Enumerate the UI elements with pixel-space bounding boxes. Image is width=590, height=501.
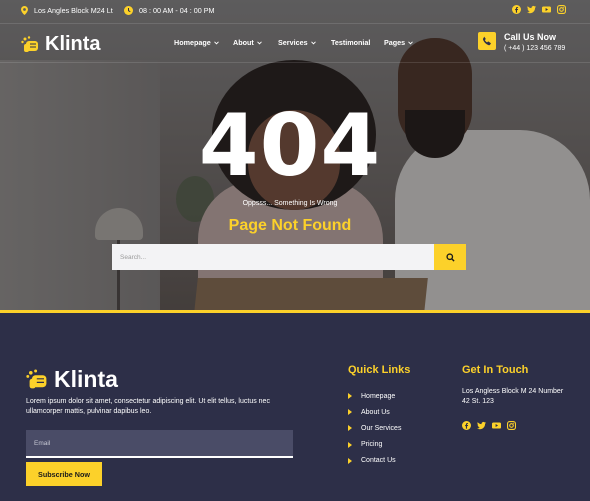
nav-item-about[interactable]: About [233, 38, 278, 47]
topbar-address: Los Angles Block M24 Lt [21, 6, 113, 15]
error-heading: Page Not Found [228, 217, 352, 234]
quick-link-contact-us[interactable]: Contact Us [348, 453, 401, 469]
nav-item-label: Homepage [174, 38, 211, 47]
search-input[interactable] [112, 244, 434, 270]
error-code: 404 [198, 96, 382, 196]
phone-icon-box [478, 32, 496, 50]
phone-icon [482, 36, 491, 46]
facebook-icon[interactable] [462, 421, 471, 430]
nav-item-testimonial[interactable]: Testimonial [331, 38, 384, 47]
email-field[interactable] [34, 439, 293, 447]
footer-social-links [462, 421, 516, 430]
quick-link-label: Homepage [361, 392, 396, 400]
caret-right-icon [348, 425, 352, 432]
hero-bottom-border [0, 310, 590, 313]
youtube-icon[interactable] [542, 5, 551, 14]
main-nav: Homepage About Services Testimonial Page… [174, 38, 414, 47]
chevron-down-icon [213, 41, 219, 44]
quick-link-about-us[interactable]: About Us [348, 404, 401, 420]
subscribe-button[interactable]: Subscribe Now [26, 462, 102, 486]
location-pin-icon [21, 6, 28, 15]
twitter-icon[interactable] [477, 421, 486, 430]
nav-item-services[interactable]: Services [278, 38, 331, 47]
quick-link-pricing[interactable]: Pricing [348, 437, 401, 453]
nav-item-label: Testimonial [331, 38, 371, 47]
error-message: Oppsss... Something Is Wrong [242, 200, 338, 207]
clock-icon [124, 6, 133, 15]
call-us-title: Call Us Now [504, 32, 557, 42]
search-icon [445, 252, 455, 262]
topbar-social-links [512, 5, 566, 14]
get-in-touch-heading: Get In Touch [462, 364, 529, 376]
chevron-down-icon [310, 41, 316, 44]
call-us-block[interactable]: Call Us Now ( +44 ) 123 456 789 [478, 32, 565, 52]
nav-item-homepage[interactable]: Homepage [174, 38, 233, 47]
footer-address: Los Angless Block M 24 Number 42 St. 123 [462, 388, 564, 405]
header-logo[interactable]: Klinta [21, 33, 101, 56]
call-us-number: ( +44 ) 123 456 789 [504, 45, 566, 52]
address-text: Los Angles Block M24 Lt [34, 6, 113, 15]
quick-link-label: Pricing [361, 441, 383, 449]
footer: Klinta Lorem ipsum dolor sit amet, conse… [0, 316, 590, 501]
instagram-icon[interactable] [507, 421, 516, 430]
search-form [112, 244, 466, 270]
topbar-hours: 08 : 00 AM - 04 : 00 PM [124, 6, 215, 15]
chevron-down-icon [256, 41, 262, 44]
brand-name: Klinta [54, 366, 118, 392]
footer-about-text: Lorem ipsum dolor sit amet, consectetur … [26, 398, 270, 415]
quick-links-list: Homepage About Us Our Services Pricing C… [348, 388, 401, 469]
quick-links-heading: Quick Links [348, 364, 411, 376]
instagram-icon[interactable] [557, 5, 566, 14]
search-button[interactable] [434, 244, 466, 270]
quick-link-label: Our Services [361, 424, 402, 432]
brand-logo-icon [26, 369, 47, 388]
caret-right-icon [348, 393, 352, 400]
brand-name: Klinta [45, 33, 101, 55]
topbar: Los Angles Block M24 Lt 08 : 00 AM - 04 … [0, 0, 590, 24]
chevron-down-icon [408, 41, 414, 44]
caret-right-icon [348, 457, 352, 464]
brand-logo-icon [21, 35, 38, 52]
nav-item-label: Services [278, 38, 308, 47]
quick-link-our-services[interactable]: Our Services [348, 420, 401, 436]
quick-link-label: Contact Us [361, 457, 396, 465]
facebook-icon[interactable] [512, 5, 521, 14]
email-field-wrapper [26, 430, 293, 458]
youtube-icon[interactable] [492, 421, 501, 430]
footer-logo[interactable]: Klinta [26, 366, 118, 393]
nav-divider [0, 62, 590, 63]
hours-text: 08 : 00 AM - 04 : 00 PM [139, 6, 215, 15]
caret-right-icon [348, 409, 352, 416]
call-us-text: Call Us Now ( +44 ) 123 456 789 [504, 32, 565, 52]
quick-link-homepage[interactable]: Homepage [348, 388, 401, 404]
nav-item-label: Pages [384, 38, 406, 47]
nav-item-label: About [233, 38, 254, 47]
twitter-icon[interactable] [527, 5, 536, 14]
nav-item-pages[interactable]: Pages [384, 38, 414, 47]
quick-link-label: About Us [361, 408, 390, 416]
caret-right-icon [348, 441, 352, 448]
